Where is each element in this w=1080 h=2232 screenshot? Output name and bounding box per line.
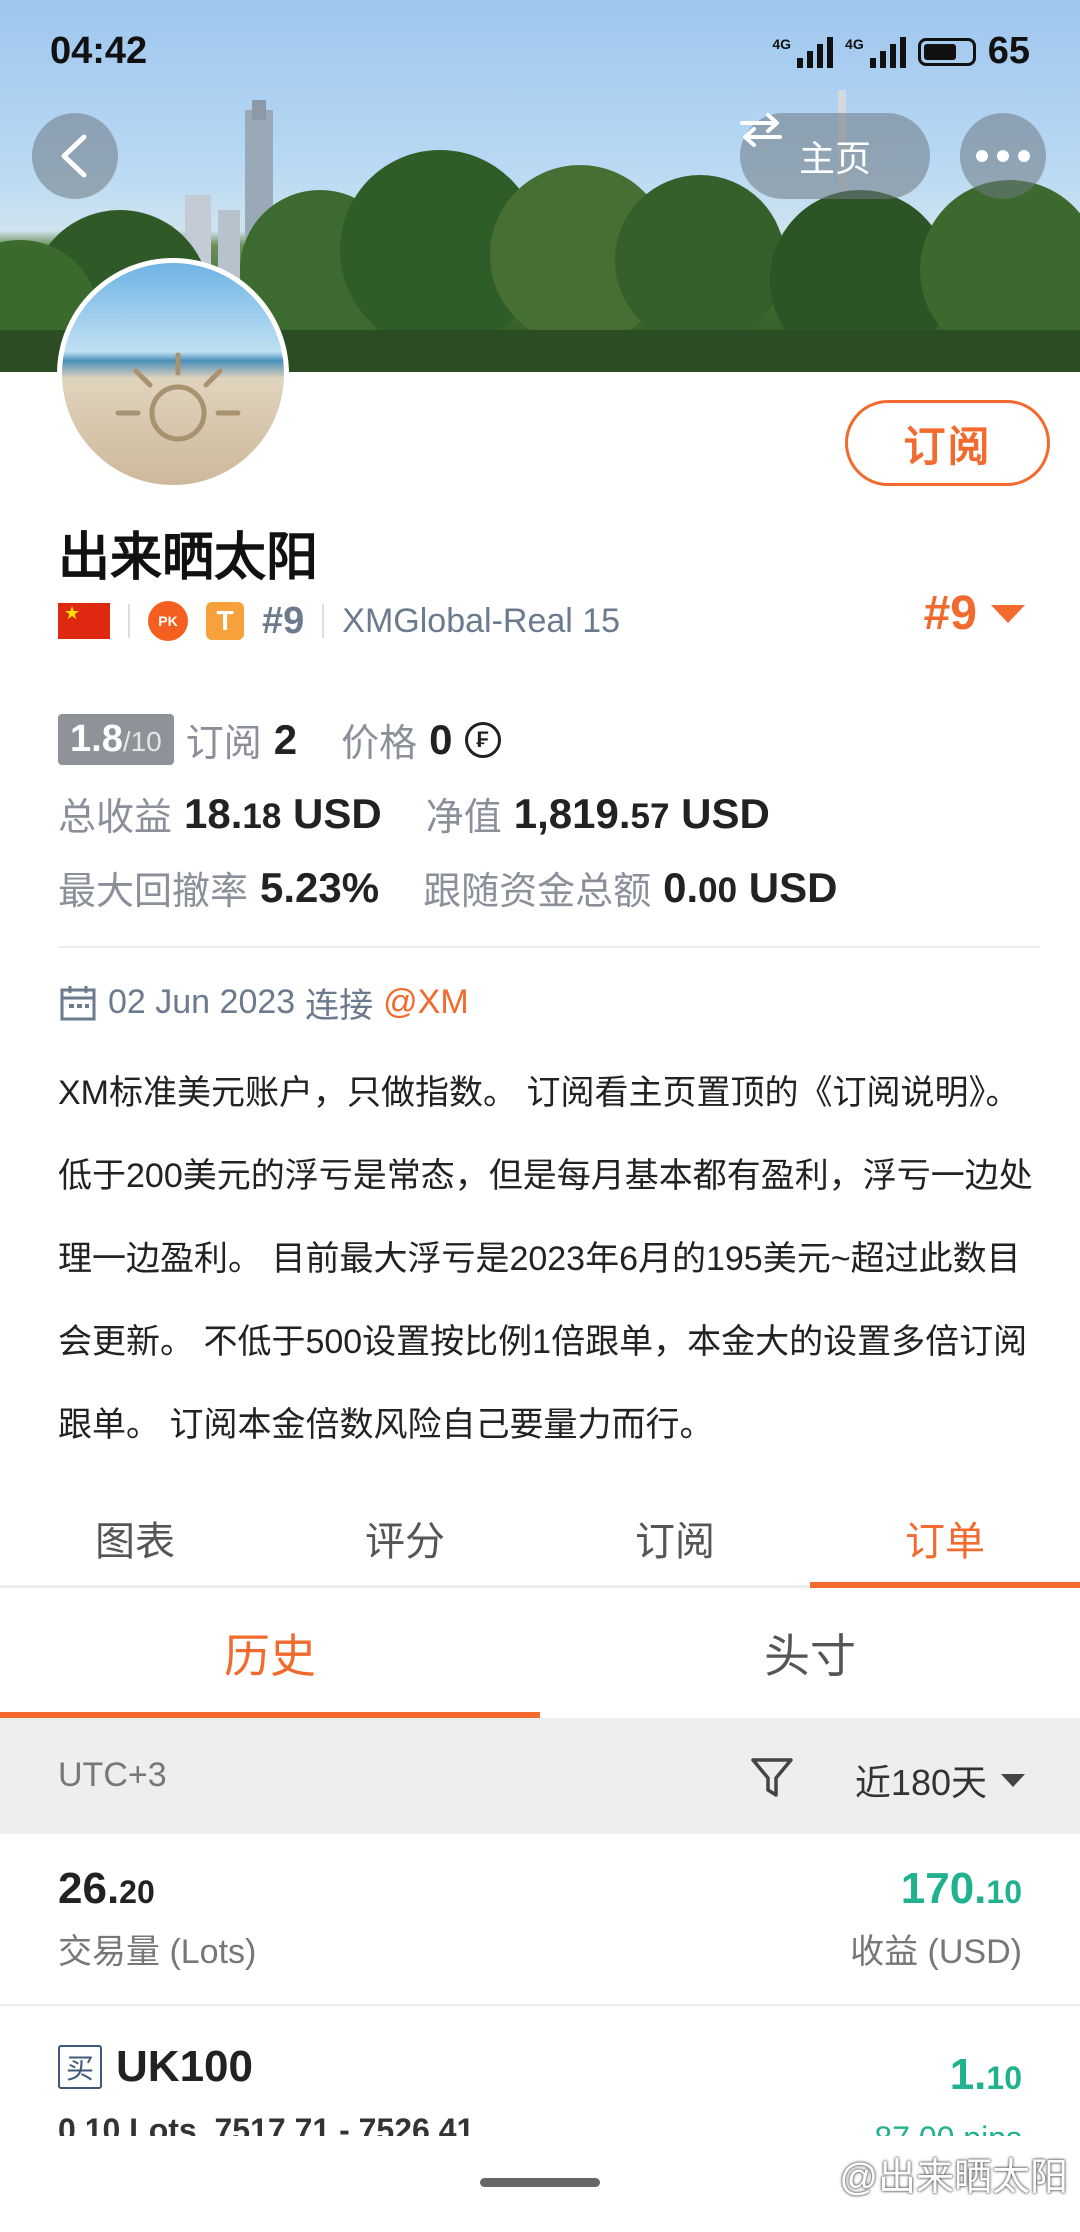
rank-small: #9 [262,599,305,642]
trader-name: 出来晒太阳 [58,529,319,587]
status-bar: 04:42 4G 4G 65 [50,30,1030,80]
trader-badges: PK T #9 XMGlobal-Real 15 [58,596,620,646]
coin-icon: ₣ [464,721,501,758]
volume-value: 26.20 [58,1864,155,1913]
subscribe-button[interactable]: 订阅 [845,400,1050,486]
follow-funds-label: 跟随资金总额 [423,871,652,913]
score-badge: 1.8/10 [58,714,174,765]
total-profit-label: 总收益 [58,797,173,839]
rank-dropdown[interactable]: #9 [924,586,1025,641]
connection-info: 02 Jun 2023 连接 @XM [58,978,469,1027]
network-label: 4G [845,35,864,52]
drawdown-value: 5.23% [260,863,380,911]
home-label: 主页 [798,138,871,179]
score-value: 1.8 [70,718,123,760]
subscribe-count: 2 [273,715,298,763]
drawdown-label: 最大回撤率 [58,871,249,913]
network-label: 4G [772,35,792,52]
connection-text: 连接 [305,987,374,1025]
profit-value: 170.10 [900,1864,1022,1913]
avatar[interactable] [57,258,289,490]
china-flag-icon [58,603,110,639]
tab-orders[interactable]: 订单 [810,1490,1080,1588]
price-label: 价格 [341,723,418,765]
more-dot-icon [997,150,1009,162]
home-indicator[interactable] [480,2178,600,2187]
range-value: 近180天 [854,1762,987,1803]
watermark: @出来晒太阳 [839,2157,1068,2199]
chevron-left-icon [61,134,87,178]
tab-rating[interactable]: 评分 [270,1490,540,1585]
net-value-label: 净值 [425,797,502,839]
subscribe-count-label: 订阅 [185,723,262,765]
order-profit: 1.10 [949,2050,1022,2099]
status-time: 04:42 [50,30,148,72]
broker-link[interactable]: @XM [383,983,469,1022]
battery-level: 65 [987,30,1030,72]
divider [128,604,130,638]
server-name: XMGlobal-Real 15 [342,601,621,640]
more-dot-icon [1018,150,1030,162]
filter-bar: UTC+3 近180天 [0,1718,1080,1834]
price-value: 0 [429,715,453,763]
caret-down-icon [991,604,1025,623]
order-details: 0.10 Lots, 7517.71 - 7526.41 [58,2112,475,2136]
net-value: 1,819.57 USD [513,789,770,837]
profit-label: 收益 (USD) [850,1933,1022,1971]
order-symbol: UK100 [116,2042,253,2091]
rank-value: #9 [923,587,977,640]
divider [58,946,1040,948]
fire-pk-badge-icon: PK [148,601,188,641]
more-dot-icon [976,150,988,162]
stats-row-3: 最大回撤率 5.23% 跟随资金总额 0.00 USD [58,860,837,915]
filter-icon[interactable] [748,1753,796,1801]
connection-date: 02 Jun 2023 [108,983,296,1021]
signal-icon: 4G [845,36,906,68]
calendar-icon [60,985,96,1020]
caret-down-icon [1001,1773,1025,1787]
history-summary: 26.20 交易量 (Lots) 170.10 收益 (USD) [0,1834,1080,2006]
home-button[interactable]: 主页 [740,113,930,199]
order-row[interactable]: 买 UK100 0.10 Lots, 7517.71 - 7526.41 1.10… [0,2006,1080,2136]
tab-chart[interactable]: 图表 [0,1490,270,1585]
subtab-history[interactable]: 历史 [0,1588,540,1718]
subtab-positions[interactable]: 头寸 [540,1588,1080,1718]
signal-icon: 4G [772,35,834,68]
divider [322,604,325,638]
strategy-description: XM标准美元账户，只做指数。 订阅看主页置顶的《订阅说明》。 低于200美元的浮… [58,1074,1033,1444]
switch-icon [740,113,782,147]
score-max: /10 [122,726,162,757]
range-dropdown[interactable]: 近180天 [855,1754,1025,1806]
more-button[interactable] [960,113,1046,199]
buy-badge: 买 [58,2045,103,2089]
order-subtabs: 历史 头寸 [0,1588,1080,1718]
battery-icon [917,37,976,66]
order-pips: 87.00 pips [874,2120,1022,2136]
volume-label: 交易量 (Lots) [58,1933,257,1971]
tab-subscription[interactable]: 订阅 [540,1490,810,1585]
back-button[interactable] [32,113,118,199]
timezone-label: UTC+3 [58,1756,167,1794]
t-badge-icon: T [206,602,244,640]
stats-row-1: 1.8/10 订阅 2 价格 0 ₣ [58,712,501,767]
follow-funds-value: 0.00 USD [663,863,838,911]
main-tabs: 图表 评分 订阅 订单 [0,1490,1080,1588]
avatar-sun-drawing [115,352,241,442]
stats-row-2: 总收益 18.18 USD 净值 1,819.57 USD [58,786,770,841]
total-profit-value: 18.18 USD [184,789,382,837]
